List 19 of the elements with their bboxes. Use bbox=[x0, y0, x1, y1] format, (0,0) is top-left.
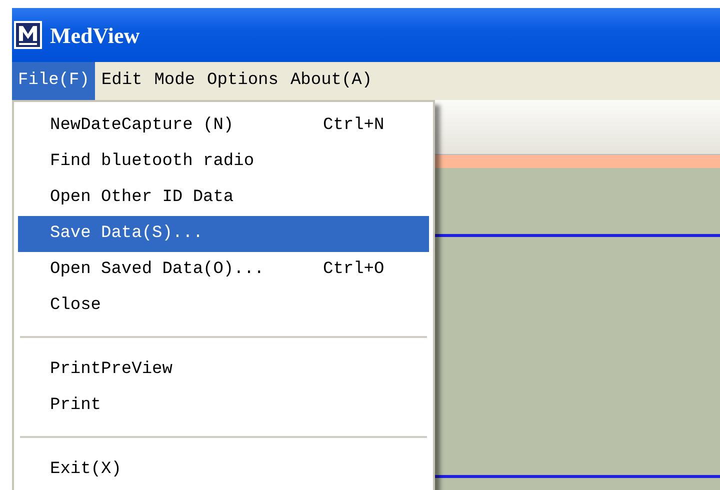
menu-item-label: NewDateCapture (N) bbox=[50, 115, 234, 138]
menu-item[interactable]: Save Data(S)... bbox=[18, 216, 429, 252]
menu-item[interactable]: Mode bbox=[148, 62, 202, 100]
shortcut-label: Ctrl+N bbox=[323, 115, 384, 138]
menu-item-label: Close bbox=[50, 295, 102, 318]
menu-item-label: Find bluetooth radio bbox=[50, 151, 254, 174]
menu-item-label: Open Saved Data(O)... bbox=[50, 259, 264, 282]
shortcut-label: Ctrl+O bbox=[323, 259, 384, 282]
app-logo-icon bbox=[14, 21, 42, 49]
menu-item[interactable]: About(A) bbox=[284, 62, 378, 100]
menu-item-label: PrintPreView bbox=[50, 359, 172, 382]
menu-item[interactable]: File(F) bbox=[12, 62, 96, 100]
menu-item-label: Open Other ID Data bbox=[50, 187, 234, 210]
menu-item-label: Save Data(S)... bbox=[50, 223, 204, 246]
menu-item[interactable]: Edit bbox=[95, 62, 148, 100]
menu-item[interactable]: Options bbox=[201, 62, 284, 100]
window-title: MedView bbox=[50, 22, 140, 50]
menu-item-label: Print bbox=[50, 395, 102, 418]
menu-item-label: Exit(X) bbox=[50, 459, 122, 482]
